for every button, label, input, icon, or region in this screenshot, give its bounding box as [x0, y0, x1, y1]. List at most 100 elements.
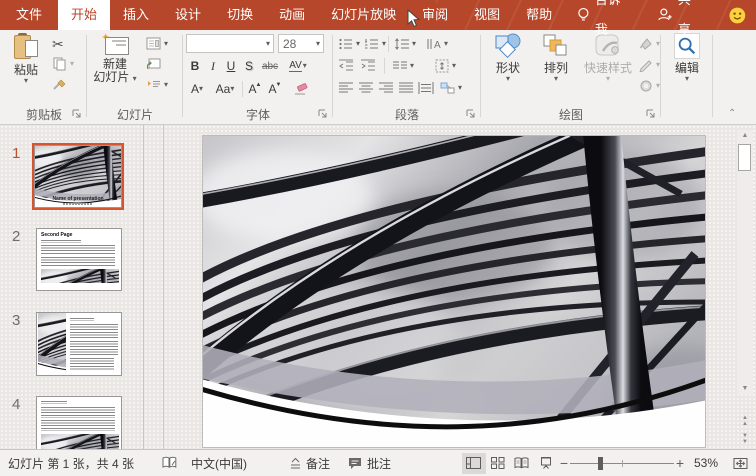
cut-button[interactable]: ✂: [52, 35, 64, 53]
group-slides: ✦ 新建 幻灯片 ▾ ▾: [88, 30, 182, 124]
notes-button[interactable]: 备注: [289, 455, 330, 472]
align-right-button[interactable]: [378, 79, 394, 97]
slide3-thumbnail-image: [38, 313, 66, 375]
tab-animations[interactable]: 动画: [266, 0, 318, 30]
change-case-button[interactable]: Aa▾: [212, 80, 238, 98]
paste-button[interactable]: 粘贴 ▾: [6, 33, 46, 103]
fit-to-window-button[interactable]: [728, 453, 752, 474]
columns-button[interactable]: ▾: [392, 57, 414, 75]
numbering-icon: [364, 37, 380, 51]
zoom-level[interactable]: 53%: [694, 456, 718, 470]
font-size-combobox[interactable]: 28▾: [278, 34, 324, 53]
group-font: ▾ 28▾ B I U S abc AV▾ A▾ Aa▾ A▲: [184, 30, 332, 124]
text-shadow-button[interactable]: S: [240, 57, 258, 75]
line-spacing-button[interactable]: ▾: [394, 35, 416, 53]
slide-counter[interactable]: 幻灯片 第 1 张，共 4 张: [8, 455, 134, 472]
text-direction-icon: A: [426, 37, 442, 51]
comments-button[interactable]: 批注: [348, 455, 391, 472]
lightbulb-icon: [577, 7, 590, 23]
thumbnail-number-1: 1: [12, 145, 20, 162]
tab-view[interactable]: 视图: [461, 0, 513, 30]
text-direction-button[interactable]: A ▾: [426, 35, 448, 53]
section-icon: [146, 78, 162, 92]
slide-thumbnail-3[interactable]: [36, 312, 122, 376]
shapes-icon: [493, 33, 523, 59]
bold-button[interactable]: B: [186, 57, 204, 75]
new-slide-icon: ✦: [101, 33, 129, 55]
feedback-smiley-icon[interactable]: [729, 7, 746, 24]
tab-design[interactable]: 设计: [162, 0, 214, 30]
previous-slide-button[interactable]: ▲▲: [737, 415, 753, 429]
align-text-button[interactable]: ▾: [434, 57, 456, 75]
tab-home[interactable]: 开始: [58, 0, 110, 30]
copy-button[interactable]: ▾: [52, 55, 74, 73]
share-button[interactable]: 共享: [645, 0, 715, 45]
scroll-up-arrow[interactable]: ▲: [737, 130, 753, 142]
thumbnail-number-2: 2: [12, 228, 20, 245]
character-spacing-button[interactable]: AV▾: [284, 57, 312, 75]
font-name-combobox[interactable]: ▾: [186, 34, 274, 53]
slide1-title: Name of presentation: [35, 196, 121, 202]
justify-button[interactable]: [398, 79, 414, 97]
thumbnail-number-3: 3: [12, 312, 20, 329]
increase-indent-button[interactable]: [360, 57, 376, 75]
fit-slide-icon: [733, 457, 748, 470]
slide-layout-button[interactable]: ▾: [146, 35, 168, 53]
spellcheck-button[interactable]: [162, 456, 177, 470]
slide-sorter-view-button[interactable]: [486, 453, 510, 474]
tab-help[interactable]: 帮助: [513, 0, 565, 30]
reading-view-button[interactable]: [510, 453, 534, 474]
thumbnail-pane-divider[interactable]: [143, 125, 144, 449]
align-text-icon: [434, 59, 450, 73]
align-left-button[interactable]: [338, 79, 354, 97]
powerpoint-window: 文件 开始 插入 设计 切换 动画 幻灯片放映 审阅 视图 帮助 告诉我: [0, 0, 756, 476]
zoom-slider[interactable]: [570, 453, 674, 474]
zoom-slider-knob[interactable]: [598, 457, 603, 470]
shape-outline-button[interactable]: ▾: [638, 56, 660, 74]
collapse-ribbon-button[interactable]: ⌃: [728, 108, 736, 119]
underline-button[interactable]: U: [222, 57, 240, 75]
slide2-title: Second Page: [41, 232, 117, 239]
slide-thumbnail-1[interactable]: Name of presentation: [34, 145, 122, 208]
decrease-indent-button[interactable]: [338, 57, 354, 75]
slide-thumbnail-2[interactable]: Second Page: [36, 228, 122, 291]
next-slide-button[interactable]: ▼▼: [737, 433, 753, 447]
tab-insert[interactable]: 插入: [110, 0, 162, 30]
scroll-down-arrow[interactable]: ▼: [737, 383, 753, 395]
shapes-button[interactable]: 形状 ▾: [486, 33, 530, 103]
slideshow-view-button[interactable]: [534, 453, 558, 474]
distribute-button[interactable]: [418, 79, 434, 97]
zoom-in-button[interactable]: +: [674, 455, 686, 471]
convert-smartart-button[interactable]: ▾: [440, 79, 462, 97]
shape-effects-button[interactable]: ▾: [638, 77, 660, 95]
shrink-font-button[interactable]: A▼: [266, 80, 284, 98]
tab-file[interactable]: 文件: [0, 0, 58, 30]
paste-dropdown[interactable]: ▾: [24, 77, 28, 85]
language-indicator[interactable]: 中文(中国): [191, 455, 247, 472]
scrollbar-thumb[interactable]: [738, 144, 751, 171]
format-painter-button[interactable]: [52, 76, 68, 94]
italic-button[interactable]: I: [204, 57, 222, 75]
slide-thumbnail-4[interactable]: [36, 396, 122, 449]
reset-slide-button[interactable]: [146, 55, 162, 73]
tab-slideshow[interactable]: 幻灯片放映: [318, 0, 409, 30]
slide-editor-canvas[interactable]: [203, 136, 705, 447]
strikethrough-button[interactable]: abc: [258, 57, 282, 75]
clear-formatting-button[interactable]: [292, 80, 310, 98]
font-color-button[interactable]: A▾: [186, 80, 208, 98]
grow-font-button[interactable]: A▲: [246, 80, 264, 98]
align-center-button[interactable]: [358, 79, 374, 97]
bullets-button[interactable]: ▾: [338, 35, 360, 53]
normal-view-button[interactable]: [462, 453, 486, 474]
vertical-scrollbar[interactable]: ▲ ▼: [737, 130, 753, 395]
group-paragraph: ▾ ▾ ▾ A ▾: [334, 30, 480, 124]
tell-me-button[interactable]: 告诉我: [565, 0, 645, 45]
zoom-out-button[interactable]: −: [558, 455, 570, 471]
thumbnail-number-4: 4: [12, 396, 20, 413]
section-button[interactable]: ▾: [146, 76, 168, 94]
tab-transitions[interactable]: 切换: [214, 0, 266, 30]
justify-icon: [398, 81, 414, 95]
group-clipboard: 粘贴 ▾ ✂ ▾ 剪贴板: [2, 30, 86, 124]
numbering-button[interactable]: ▾: [364, 35, 386, 53]
new-slide-button[interactable]: ✦ 新建 幻灯片 ▾: [90, 33, 140, 103]
